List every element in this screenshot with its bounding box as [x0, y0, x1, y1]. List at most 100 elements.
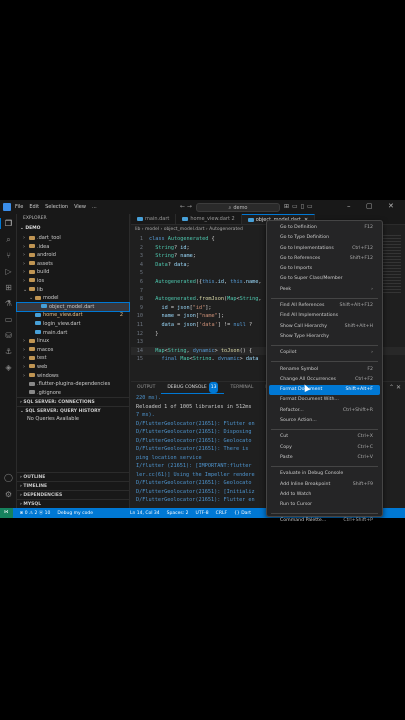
dependencies-label: DEPENDENCIES: [23, 493, 63, 498]
flutter-icon[interactable]: ◈: [3, 362, 14, 373]
menu-edit[interactable]: Edit: [29, 204, 39, 210]
tree-item[interactable]: › .dart_tool: [17, 234, 129, 243]
minimap[interactable]: [381, 235, 401, 295]
account-icon[interactable]: ◯: [3, 472, 14, 483]
remote-explorer-icon[interactable]: ▭: [3, 314, 14, 325]
settings-gear-icon[interactable]: ⚙: [3, 489, 14, 500]
tree-item[interactable]: home_view.dart 2: [17, 311, 129, 320]
context-menu-item[interactable]: Copy Ctrl+C: [269, 443, 380, 453]
editor-tab[interactable]: main.dart: [131, 214, 177, 224]
menu-separator: [271, 465, 378, 467]
tree-item[interactable]: › linux: [17, 337, 129, 346]
context-menu-item[interactable]: Rename Symbol F2: [269, 365, 380, 375]
tab-debug-console[interactable]: DEBUG CONSOLE 13: [161, 381, 225, 394]
outline-section[interactable]: › OUTLINE: [17, 472, 130, 481]
tree-item-label: object_model.dart: [49, 303, 95, 310]
folder-icon: [29, 338, 35, 343]
extensions-icon[interactable]: ⊞: [3, 282, 14, 293]
context-menu-item[interactable]: Add Inline Breakpoint Shift+F9: [269, 480, 380, 490]
mysql-section[interactable]: › MYSQL: [17, 499, 130, 508]
tree-item[interactable]: › .idea: [17, 243, 129, 252]
context-menu-item[interactable]: Go to Type Definition: [269, 233, 380, 243]
tree-item[interactable]: › macos: [17, 346, 129, 355]
nav-arrows-icon[interactable]: ← →: [180, 203, 192, 210]
source-control-icon[interactable]: ⑂: [3, 250, 14, 261]
command-search-box[interactable]: ⌕ demo: [196, 203, 280, 212]
tree-item[interactable]: object_model.dart: [16, 301, 130, 313]
context-menu-item[interactable]: Go to Super Class/Member: [269, 274, 380, 284]
menu-file[interactable]: File: [15, 204, 23, 210]
maximize-icon[interactable]: ▢: [366, 202, 373, 210]
context-menu-item[interactable]: Find All References Shift+Alt+F12: [269, 301, 380, 311]
context-menu-item[interactable]: Change All Occurrences Ctrl+F2: [269, 375, 380, 385]
status-item[interactable]: ⊗ 0 ⚠ 2 ⓦ 10: [20, 510, 51, 516]
context-menu-item[interactable]: Find All Implementations: [269, 311, 380, 321]
status-item[interactable]: {} Dart: [234, 511, 251, 516]
sql-connections-section[interactable]: › SQL SERVER: CONNECTIONS: [17, 397, 129, 406]
status-item[interactable]: UTF-8: [196, 511, 209, 516]
context-menu-item[interactable]: Go to Implementations Ctrl+F12: [269, 244, 380, 254]
status-item[interactable]: Debug my code: [57, 511, 93, 516]
tab-terminal[interactable]: TERMINAL: [224, 382, 259, 393]
context-menu-item[interactable]: Go to References Shift+F12: [269, 254, 380, 264]
testing-icon[interactable]: ⚗: [3, 298, 14, 309]
menu-more[interactable]: ...: [92, 204, 97, 210]
tree-item[interactable]: main.dart: [17, 329, 129, 338]
menu-selection[interactable]: Selection: [45, 204, 68, 210]
tree-item[interactable]: › build: [17, 268, 129, 277]
docker-icon[interactable]: ⚓: [3, 346, 14, 357]
tree-item[interactable]: › windows: [17, 372, 129, 381]
database-icon[interactable]: ⛁: [3, 330, 14, 341]
context-menu-item[interactable]: Refactor... Ctrl+Shift+R: [269, 406, 380, 416]
tree-item[interactable]: ⌄ lib: [17, 286, 129, 295]
tree-item[interactable]: › android: [17, 251, 129, 260]
status-item[interactable]: Ln 14, Col 34: [130, 511, 160, 516]
context-menu-item[interactable]: Paste Ctrl+V: [269, 453, 380, 463]
context-menu-item[interactable]: Source Action...: [269, 416, 380, 426]
context-menu-item[interactable]: Run to Cursor: [269, 500, 380, 510]
context-menu-item[interactable]: Format Document With...: [269, 395, 380, 405]
menu-view[interactable]: View: [74, 204, 86, 210]
context-menu-item[interactable]: Copilot ›: [269, 348, 380, 358]
search-icon[interactable]: ⌕: [3, 234, 14, 245]
context-menu-item[interactable]: Go to Imports: [269, 264, 380, 274]
tree-item[interactable]: login_view.dart: [17, 320, 129, 329]
context-menu-item[interactable]: Evaluate in Debug Console: [269, 469, 380, 479]
tree-item[interactable]: › web: [17, 363, 129, 372]
tree-item[interactable]: .gitignore: [17, 389, 129, 398]
sql-history-section[interactable]: ⌄ SQL SERVER: QUERY HISTORY: [17, 406, 129, 415]
close-icon[interactable]: ✕: [388, 202, 394, 210]
context-menu-item[interactable]: Add to Watch: [269, 490, 380, 500]
context-menu-item[interactable]: Cut Ctrl+X: [269, 432, 380, 442]
tree-item[interactable]: .flutter-plugins-dependencies: [17, 380, 129, 389]
folder-icon: [29, 244, 35, 249]
tree-item[interactable]: ⌄ model: [17, 294, 129, 303]
panel-close-icon[interactable]: ⌃ ✕: [389, 384, 401, 391]
minimize-icon[interactable]: –: [347, 202, 351, 210]
layout-controls-icon[interactable]: ⊞▭▯▭: [284, 203, 316, 210]
remote-indicator-icon[interactable]: ⋈: [0, 508, 13, 518]
timeline-section[interactable]: › TIMELINE: [17, 481, 130, 490]
tree-item[interactable]: › ios: [17, 277, 129, 286]
editor-tab[interactable]: home_view.dart 2: [176, 214, 242, 224]
status-item[interactable]: Spaces: 2: [167, 511, 189, 516]
context-menu-item[interactable]: Format Document Shift+Alt+F: [269, 385, 380, 396]
folder-icon: [29, 355, 35, 360]
line-number: 8: [139, 296, 143, 303]
context-menu-item[interactable]: Command Palette... Ctrl+Shift+P: [269, 516, 380, 526]
explorer-icon[interactable]: ❐: [0, 218, 14, 229]
line-number: 12: [136, 330, 143, 337]
menu-item-label: Go to Imports: [280, 266, 313, 272]
workspace-root[interactable]: ⌄ DEMO: [17, 224, 129, 234]
context-menu-item[interactable]: Show Call Hierarchy Shift+Alt+H: [269, 322, 380, 332]
menu-item-label: Peek: [280, 286, 292, 292]
tab-output[interactable]: OUTPUT: [131, 382, 161, 393]
dependencies-section[interactable]: › DEPENDENCIES: [17, 490, 130, 499]
context-menu-item[interactable]: Show Type Hierarchy: [269, 332, 380, 342]
run-debug-icon[interactable]: ▷: [3, 266, 14, 277]
context-menu-item[interactable]: Go to Definition F12: [269, 223, 380, 233]
status-item[interactable]: CRLF: [216, 511, 227, 516]
tree-item[interactable]: › assets: [17, 260, 129, 269]
tree-item[interactable]: › test: [17, 354, 129, 363]
context-menu-item[interactable]: Peek ›: [269, 285, 380, 295]
